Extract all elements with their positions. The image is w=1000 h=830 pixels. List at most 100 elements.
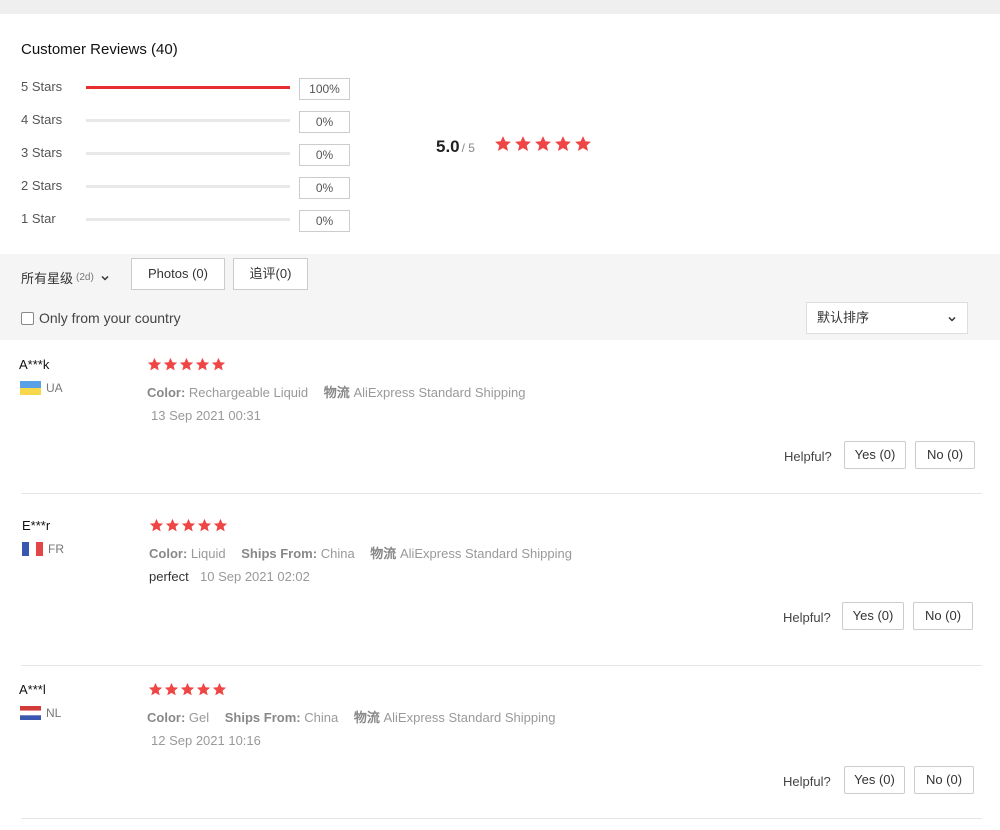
logistics-value: AliExpress Standard Shipping xyxy=(399,546,572,561)
additional-review-filter-button[interactable]: 追评(0) xyxy=(233,258,308,290)
review-stars xyxy=(149,518,229,538)
review-meta: Color: Gel Ships From: China 物流 AliExpre… xyxy=(147,707,555,726)
star-icon xyxy=(179,357,194,371)
star-icon xyxy=(181,518,196,532)
helpful-no-button[interactable]: No (0) xyxy=(914,766,974,794)
review-meta: Color: Rechargeable Liquid 物流 AliExpress… xyxy=(147,382,525,401)
star-icon xyxy=(575,136,591,152)
star-icon xyxy=(163,357,178,371)
rating-percent: 0% xyxy=(299,177,350,199)
rating-label: 5 Stars xyxy=(21,79,63,94)
photos-filter-button[interactable]: Photos (0) xyxy=(131,258,225,290)
france-flag-icon xyxy=(22,542,43,556)
helpful-label: Helpful? xyxy=(784,449,832,464)
helpful-yes-button[interactable]: Yes (0) xyxy=(842,602,904,630)
star-icon xyxy=(165,518,180,532)
star-icon xyxy=(535,136,551,152)
country-code: NL xyxy=(46,706,62,720)
star-icon xyxy=(148,682,163,696)
color-label: Color: xyxy=(147,710,186,725)
logistics-label: 物流 xyxy=(353,710,380,725)
logistics-value: AliExpress Standard Shipping xyxy=(383,710,556,725)
rating-row-5[interactable]: 5 Stars 100% xyxy=(0,78,360,100)
star-icon xyxy=(555,136,571,152)
rating-label: 2 Stars xyxy=(21,178,63,193)
review-divider xyxy=(21,665,982,666)
netherlands-flag-icon xyxy=(20,706,41,720)
average-stars xyxy=(494,135,594,158)
rating-label: 4 Stars xyxy=(21,112,63,127)
star-icon xyxy=(213,518,228,532)
star-icon xyxy=(164,682,179,696)
all-stars-select[interactable]: 所有星级 (2d) xyxy=(21,268,110,287)
country-filter[interactable]: Only from your country xyxy=(21,310,181,326)
ships-from-label: Ships From: xyxy=(224,710,301,725)
country-code: FR xyxy=(48,542,64,556)
all-stars-count: (2d) xyxy=(76,272,94,283)
rating-label: 3 Stars xyxy=(21,145,63,160)
ships-from-value: China xyxy=(304,710,339,725)
rating-bar xyxy=(86,119,290,122)
top-strip xyxy=(0,0,1000,14)
star-icon xyxy=(197,518,212,532)
rating-row-4[interactable]: 4 Stars 0% xyxy=(0,111,360,133)
logistics-value: AliExpress Standard Shipping xyxy=(353,385,526,400)
rating-percent: 100% xyxy=(299,78,350,100)
filter-bar: 所有星级 (2d) Photos (0) 追评(0) Only from you… xyxy=(0,254,1000,340)
color-value: Rechargeable Liquid xyxy=(188,385,309,400)
reviewer-country: NL xyxy=(20,706,61,720)
chevron-down-icon xyxy=(948,316,956,322)
rating-bar xyxy=(86,185,290,188)
helpful-no-button[interactable]: No (0) xyxy=(915,441,975,469)
average-out-of: / 5 xyxy=(461,141,475,155)
review-date: 12 Sep 2021 10:16 xyxy=(151,733,261,748)
helpful-yes-button[interactable]: Yes (0) xyxy=(844,766,905,794)
rating-bar xyxy=(86,152,290,155)
average-rating: 5.0/ 5 xyxy=(436,136,591,159)
all-stars-label: 所有星级 xyxy=(21,271,74,286)
review-meta: Color: Liquid Ships From: China 物流 AliEx… xyxy=(149,543,572,562)
ships-from-label: Ships From: xyxy=(241,546,318,561)
chevron-down-icon xyxy=(101,275,109,281)
star-icon xyxy=(195,357,210,371)
review-divider xyxy=(21,493,982,494)
rating-label: 1 Star xyxy=(21,211,56,226)
sort-select[interactable]: 默认排序 xyxy=(806,302,968,334)
helpful-label: Helpful? xyxy=(783,774,831,789)
reviewer-name: A***l xyxy=(19,682,46,697)
ukraine-flag-icon xyxy=(20,381,41,395)
star-icon xyxy=(212,682,227,696)
logistics-label: 物流 xyxy=(370,546,397,561)
rating-percent: 0% xyxy=(299,210,350,232)
rating-percent: 0% xyxy=(299,111,350,133)
star-icon xyxy=(149,518,164,532)
star-icon xyxy=(495,136,511,152)
rating-row-3[interactable]: 3 Stars 0% xyxy=(0,144,360,166)
star-icon xyxy=(211,357,226,371)
sort-value: 默认排序 xyxy=(817,310,870,325)
country-filter-label: Only from your country xyxy=(39,310,181,326)
average-score: 5.0 xyxy=(436,137,460,156)
reviewer-name: E***r xyxy=(22,518,51,533)
rating-bar xyxy=(86,86,290,89)
review-date: 10 Sep 2021 02:02 xyxy=(200,569,310,584)
review-divider xyxy=(21,818,982,819)
star-icon xyxy=(180,682,195,696)
color-value: Gel xyxy=(188,710,210,725)
country-checkbox[interactable] xyxy=(21,311,34,325)
rating-row-1[interactable]: 1 Star 0% xyxy=(0,210,360,232)
reviewer-name: A***k xyxy=(19,357,50,372)
rating-percent: 0% xyxy=(299,144,350,166)
color-label: Color: xyxy=(149,546,188,561)
review-text: perfect xyxy=(149,569,189,584)
review-date: 13 Sep 2021 00:31 xyxy=(151,408,261,423)
star-icon xyxy=(196,682,211,696)
helpful-label: Helpful? xyxy=(783,610,831,625)
reviewer-country: UA xyxy=(20,381,63,395)
helpful-yes-button[interactable]: Yes (0) xyxy=(844,441,906,469)
helpful-no-button[interactable]: No (0) xyxy=(913,602,973,630)
color-label: Color: xyxy=(147,385,186,400)
rating-row-2[interactable]: 2 Stars 0% xyxy=(0,177,360,199)
review-stars xyxy=(148,682,228,702)
ships-from-value: China xyxy=(320,546,355,561)
